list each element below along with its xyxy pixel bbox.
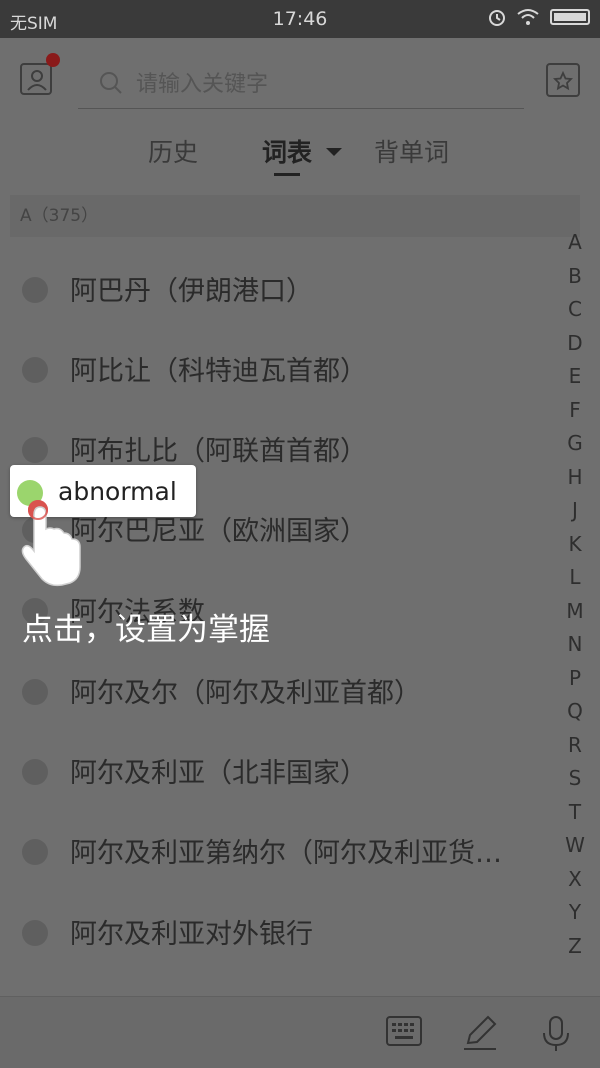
index-letter[interactable]: G <box>562 427 588 461</box>
mastery-toggle[interactable] <box>22 437 48 463</box>
index-letter[interactable]: F <box>562 394 588 428</box>
search-icon <box>100 72 122 94</box>
word-label: 阿尔及利亚第纳尔（阿尔及利亚货… <box>70 838 502 869</box>
status-icons <box>488 8 590 26</box>
index-letter[interactable]: D <box>562 327 588 361</box>
tab-underline <box>274 173 300 176</box>
index-letter[interactable]: J <box>562 494 588 528</box>
search-input[interactable] <box>134 66 498 102</box>
mastery-toggle[interactable] <box>22 357 48 383</box>
tap-hand-icon <box>21 500 81 587</box>
tab-history[interactable]: 历史 <box>148 133 198 169</box>
star-folder-icon <box>553 70 573 91</box>
microphone-icon[interactable] <box>540 1015 572 1053</box>
word-row[interactable]: 阿尔及利亚对外银行 <box>0 892 560 972</box>
index-letter[interactable]: Z <box>562 930 588 964</box>
word-row[interactable]: 阿尔及尔（阿尔及利亚首都） <box>0 651 560 731</box>
app-screen: 历史 词表 背单词 A（375） 阿巴丹（伊朗港口） 阿比让（科特迪瓦首都） 阿… <box>0 38 600 1068</box>
status-bar: 无SIM 17:46 <box>0 0 600 38</box>
word-row[interactable]: 阿尔及利亚（北非国家） <box>0 731 560 811</box>
word-label: 阿尔及尔（阿尔及利亚首都） <box>70 678 421 709</box>
tab-recite[interactable]: 背单词 <box>374 133 449 169</box>
index-letter[interactable]: X <box>562 863 588 897</box>
word-label: 阿尔及利亚（北非国家） <box>70 758 367 789</box>
tab-wordlist[interactable]: 词表 <box>262 133 312 169</box>
profile-icon <box>27 70 47 91</box>
word-label: 阿布扎比（阿联酋首都） <box>70 436 367 467</box>
index-letter[interactable]: P <box>562 662 588 696</box>
word-label: 阿尔及利亚对外银行 <box>70 919 313 950</box>
index-letter[interactable]: R <box>562 729 588 763</box>
index-letter[interactable]: H <box>562 461 588 495</box>
favorites-button[interactable] <box>546 63 580 97</box>
index-letter[interactable]: A <box>562 226 588 260</box>
keyboard-icon[interactable] <box>386 1015 422 1047</box>
word-row[interactable]: 阿尔及利亚第纳尔（阿尔及利亚货… <box>0 811 560 891</box>
search-bar[interactable] <box>78 60 524 109</box>
bottom-toolbar <box>0 996 600 1068</box>
word-label: 阿比让（科特迪瓦首都） <box>70 356 367 387</box>
profile-button[interactable] <box>20 53 60 95</box>
index-letter[interactable]: E <box>562 360 588 394</box>
mastery-toggle[interactable] <box>22 839 48 865</box>
alphabet-index[interactable]: A B C D E F G H J K L M N P Q R S T W X … <box>562 226 588 963</box>
mastery-toggle[interactable] <box>22 759 48 785</box>
word-row[interactable]: 阿巴丹（伊朗港口） <box>0 249 560 329</box>
index-letter[interactable]: K <box>562 528 588 562</box>
mastery-toggle[interactable] <box>22 920 48 946</box>
index-letter[interactable]: Y <box>562 896 588 930</box>
index-letter[interactable]: L <box>562 561 588 595</box>
tab-bar: 历史 词表 背单词 <box>0 133 600 177</box>
index-letter[interactable]: M <box>562 595 588 629</box>
index-letter[interactable]: C <box>562 293 588 327</box>
notification-badge <box>46 53 60 67</box>
word-row[interactable]: 阿比让（科特迪瓦首都） <box>0 329 560 409</box>
pen-icon[interactable] <box>462 1015 498 1051</box>
chevron-down-icon[interactable] <box>326 148 342 156</box>
index-letter[interactable]: Q <box>562 695 588 729</box>
wifi-icon <box>517 9 539 25</box>
alarm-icon <box>489 10 505 26</box>
index-letter[interactable]: N <box>562 628 588 662</box>
index-letter[interactable]: S <box>562 762 588 796</box>
section-header: A（375） <box>10 195 580 237</box>
word-label: 阿巴丹（伊朗港口） <box>70 276 313 307</box>
mastery-toggle[interactable] <box>22 679 48 705</box>
index-letter[interactable]: B <box>562 260 588 294</box>
battery-icon <box>550 9 590 25</box>
mastery-toggle[interactable] <box>22 277 48 303</box>
index-letter[interactable]: T <box>562 796 588 830</box>
index-letter[interactable]: W <box>562 829 588 863</box>
tutorial-hint: 点击，设置为掌握 <box>22 612 270 648</box>
